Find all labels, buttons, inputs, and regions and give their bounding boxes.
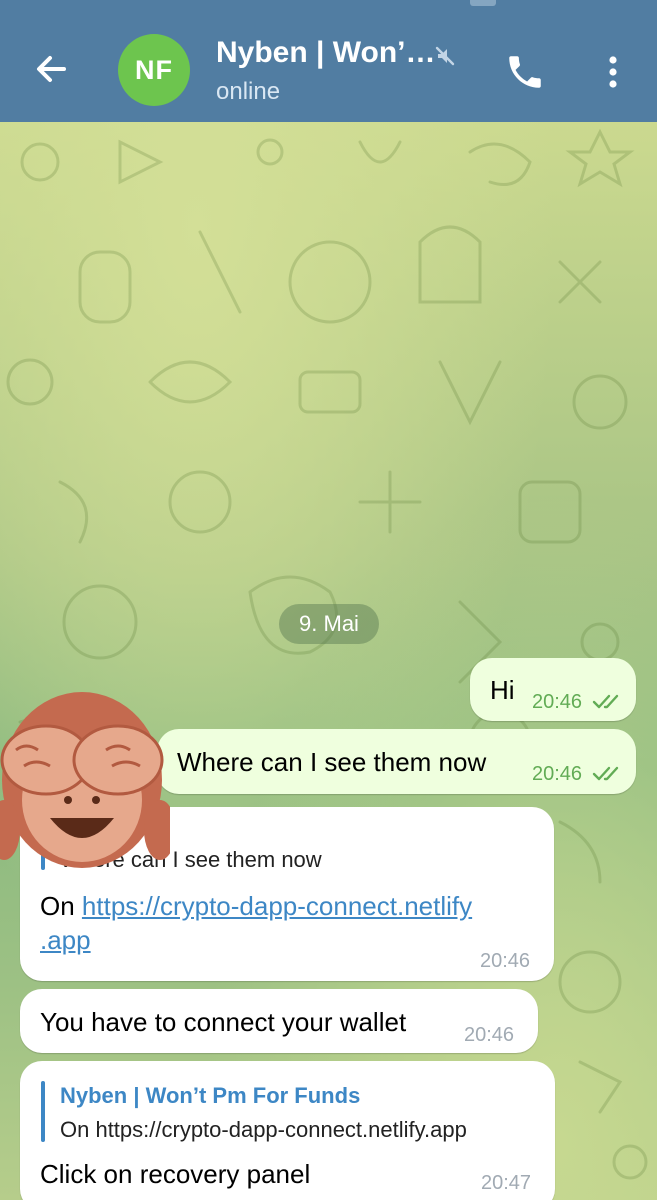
reply-quote-text[interactable]: On https://crypto-dapp-connect.netlify.a… — [60, 1117, 467, 1143]
message-text: On https://crypto-dapp-connect.netlify .… — [40, 889, 472, 957]
avatar[interactable]: NF — [118, 34, 190, 106]
message-link[interactable]: https://crypto-dapp-connect.netlify — [82, 891, 472, 921]
reply-quote-bar — [41, 1081, 45, 1142]
message-text-prefix: On — [40, 891, 82, 921]
message-time: 20:46 — [532, 691, 583, 713]
back-arrow-icon[interactable] — [30, 48, 72, 90]
message-outgoing[interactable]: Where can I see them now 20:46 — [157, 729, 636, 794]
message-link-continued[interactable]: .app — [40, 925, 91, 955]
read-checks-icon — [592, 694, 619, 709]
status-bar-fragment — [470, 0, 496, 6]
chat-header: NF Nyben | Won’… online — [0, 0, 657, 122]
chat-background[interactable]: 9. Mai Hi 20:46 Where can I see them now… — [0, 122, 657, 1200]
message-time: 20:46 — [464, 1024, 515, 1046]
muted-icon — [435, 46, 455, 66]
message-time: 20:46 — [480, 950, 531, 972]
message-text: Click on recovery panel — [40, 1159, 311, 1189]
message-incoming[interactable]: Nyben | Won’t Pm For Funds On https://cr… — [20, 1061, 555, 1200]
see-no-evil-monkey-icon[interactable] — [0, 680, 170, 870]
message-text: Hi — [490, 675, 515, 705]
more-vertical-icon[interactable] — [598, 52, 628, 92]
message-incoming[interactable]: You have to connect your wallet 20:46 — [20, 989, 538, 1053]
phone-icon[interactable] — [504, 51, 546, 93]
message-text: You have to connect your wallet — [40, 1007, 407, 1037]
message-outgoing[interactable]: Hi 20:46 — [470, 658, 636, 721]
online-status: online — [216, 78, 281, 105]
message-text: Where can I see them now — [177, 747, 487, 777]
message-time: 20:46 — [532, 763, 583, 785]
chat-title[interactable]: Nyben | Won’… — [216, 36, 436, 70]
message-time: 20:47 — [481, 1172, 532, 1194]
reply-author[interactable]: Nyben | Won’t Pm For Funds — [60, 1083, 360, 1109]
date-separator: 9. Mai — [279, 604, 379, 644]
read-checks-icon — [592, 766, 619, 781]
